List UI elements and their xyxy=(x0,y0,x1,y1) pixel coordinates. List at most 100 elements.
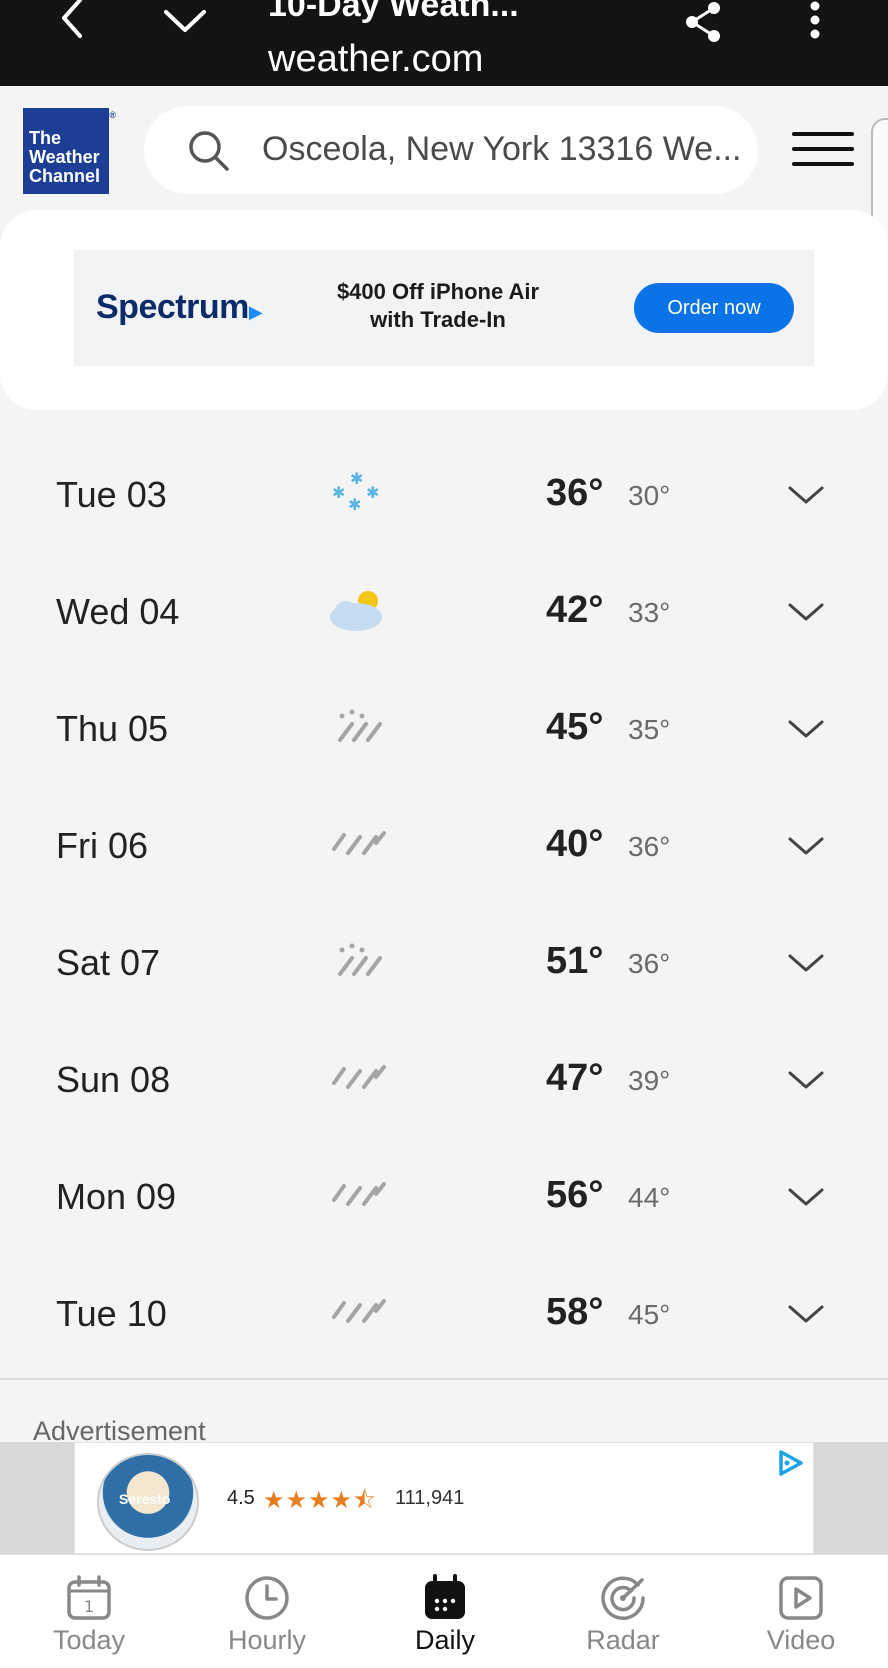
product-brand: Seresto xyxy=(119,1491,171,1507)
logo-line: The xyxy=(29,128,62,148)
adchoices-icon[interactable] xyxy=(775,1449,805,1477)
nav-label: Hourly xyxy=(227,1625,307,1655)
high-temp: 58° xyxy=(546,1291,604,1333)
nav-label: Daily xyxy=(414,1625,475,1655)
snow-icon: ✱✱ ✱✱ xyxy=(332,469,379,514)
high-temp: 42° xyxy=(546,589,604,631)
day-date: Thu 05 xyxy=(56,708,169,749)
registered-mark: ® xyxy=(109,110,116,120)
clock-icon xyxy=(245,1576,289,1620)
logo-line: Weather xyxy=(29,147,100,167)
logo-line: Channel xyxy=(29,166,101,186)
ad-rating: 4.5 xyxy=(227,1487,255,1509)
day-row[interactable]: Tue 10 58° 45° xyxy=(0,1257,888,1374)
search-value: Osceola, New York 13316 We... xyxy=(262,130,742,168)
nav-daily[interactable]: Daily xyxy=(356,1555,534,1668)
page-tab-title: 10-Day Weath... xyxy=(268,0,519,24)
day-row[interactable]: Thu 05 45° 35° xyxy=(0,672,888,789)
bottom-ad-container: Seresto 4.5 ★★★★⯪ 111,941 xyxy=(0,1442,888,1554)
chevron-down-icon[interactable] xyxy=(786,597,826,627)
chevron-down-icon[interactable] xyxy=(786,831,826,861)
day-date: Tue 03 xyxy=(56,474,167,515)
high-temp: 51° xyxy=(546,940,604,982)
day-row[interactable]: Mon 09 56° 44° xyxy=(0,1140,888,1257)
low-temp: 33° xyxy=(628,597,671,628)
day-date: Mon 09 xyxy=(56,1176,177,1217)
app-header: The Weather Channel ® Osceola, New York … xyxy=(0,86,888,204)
rain-snow-icon xyxy=(338,709,382,742)
high-temp: 40° xyxy=(546,823,604,865)
spectrum-logo: Spectrum▶ xyxy=(96,288,263,326)
svg-text:✱: ✱ xyxy=(332,483,345,502)
top-ad-card: Spectrum▶ $400 Off iPhone Air with Trade… xyxy=(0,210,888,410)
address-bar-url[interactable]: weather.com xyxy=(268,38,483,81)
nav-label: Today xyxy=(52,1625,126,1655)
day-date: Fri 06 xyxy=(56,825,149,866)
hamburger-menu-icon[interactable] xyxy=(792,132,854,168)
search-icon xyxy=(189,131,229,171)
chevron-down-icon[interactable] xyxy=(786,1182,826,1212)
low-temp: 36° xyxy=(628,948,671,979)
chevron-down-icon[interactable] xyxy=(786,714,826,744)
svg-text:✱: ✱ xyxy=(366,483,379,502)
more-options-icon[interactable] xyxy=(800,0,830,46)
low-temp: 35° xyxy=(628,714,671,745)
partly-cloudy-icon xyxy=(330,591,382,631)
low-temp: 44° xyxy=(628,1182,671,1213)
spectrum-ad-banner[interactable]: Spectrum▶ $400 Off iPhone Air with Trade… xyxy=(74,250,814,366)
chevron-down-icon[interactable] xyxy=(160,0,210,40)
day-row[interactable]: Wed 04 42° 33° xyxy=(0,555,888,672)
high-temp: 45° xyxy=(546,706,604,748)
share-icon[interactable] xyxy=(680,0,726,46)
high-temp: 36° xyxy=(546,472,604,514)
low-temp: 36° xyxy=(628,831,671,862)
location-search-input[interactable]: Osceola, New York 13316 We... xyxy=(144,106,758,194)
rain-icon xyxy=(332,1299,386,1323)
rain-icon xyxy=(332,831,386,855)
browser-toolbar: 10-Day Weath... weather.com xyxy=(0,0,888,86)
weather-channel-logo[interactable]: The Weather Channel ® xyxy=(23,108,116,194)
chevron-down-icon[interactable] xyxy=(786,948,826,978)
svg-text:1: 1 xyxy=(84,1597,94,1616)
low-temp: 45° xyxy=(628,1299,671,1330)
svg-text:✱: ✱ xyxy=(350,469,363,488)
radar-icon xyxy=(601,1576,645,1620)
day-row[interactable]: Fri 06 40° 36° xyxy=(0,789,888,906)
calendar-grid-icon xyxy=(425,1574,465,1619)
nav-today[interactable]: 1 Today xyxy=(0,1555,178,1668)
chevron-down-icon[interactable] xyxy=(786,1065,826,1095)
low-temp: 30° xyxy=(628,480,671,511)
day-row[interactable]: Sat 07 51° 36° xyxy=(0,906,888,1023)
nav-label: Radar xyxy=(586,1625,660,1655)
svg-text:✱: ✱ xyxy=(348,495,361,514)
day-row[interactable]: Sun 08 47° 39° xyxy=(0,1023,888,1140)
rain-icon xyxy=(332,1182,386,1206)
day-row[interactable]: Tue 03 ✱ ✱ ✱ ✱ 36° 30° xyxy=(0,438,888,555)
chevron-down-icon[interactable] xyxy=(786,1299,826,1329)
high-temp: 56° xyxy=(546,1174,604,1216)
video-play-icon xyxy=(779,1576,823,1620)
day-date: Wed 04 xyxy=(56,591,180,632)
bottom-navigation: 1 Today Hourly Daily Radar Video xyxy=(0,1554,888,1668)
back-arrow-icon[interactable] xyxy=(52,0,96,44)
low-temp: 39° xyxy=(628,1065,671,1096)
day-date: Tue 10 xyxy=(56,1293,167,1334)
ad-copy-line: with Trade-In xyxy=(370,307,506,332)
nav-hourly[interactable]: Hourly xyxy=(178,1555,356,1668)
chevron-down-icon[interactable] xyxy=(786,480,826,510)
high-temp: 47° xyxy=(546,1057,604,1099)
day-date: Sun 08 xyxy=(56,1059,171,1100)
nav-label: Video xyxy=(766,1625,836,1655)
section-divider xyxy=(0,1378,888,1380)
order-now-button[interactable]: Order now xyxy=(634,283,794,333)
ad-copy-line: $400 Off iPhone Air xyxy=(336,279,540,304)
nav-video[interactable]: Video xyxy=(712,1555,888,1668)
rain-snow-icon xyxy=(338,943,382,976)
review-count: 111,941 xyxy=(395,1487,465,1509)
ad-copy: $400 Off iPhone Air with Trade-In xyxy=(304,278,572,334)
seresto-ad[interactable]: Seresto 4.5 ★★★★⯪ 111,941 xyxy=(74,1442,814,1554)
day-date: Sat 07 xyxy=(56,942,161,983)
nav-radar[interactable]: Radar xyxy=(534,1555,712,1668)
star-rating-icon: ★★★★⯪ xyxy=(263,1487,377,1514)
seresto-product-image: Seresto xyxy=(97,1453,199,1551)
